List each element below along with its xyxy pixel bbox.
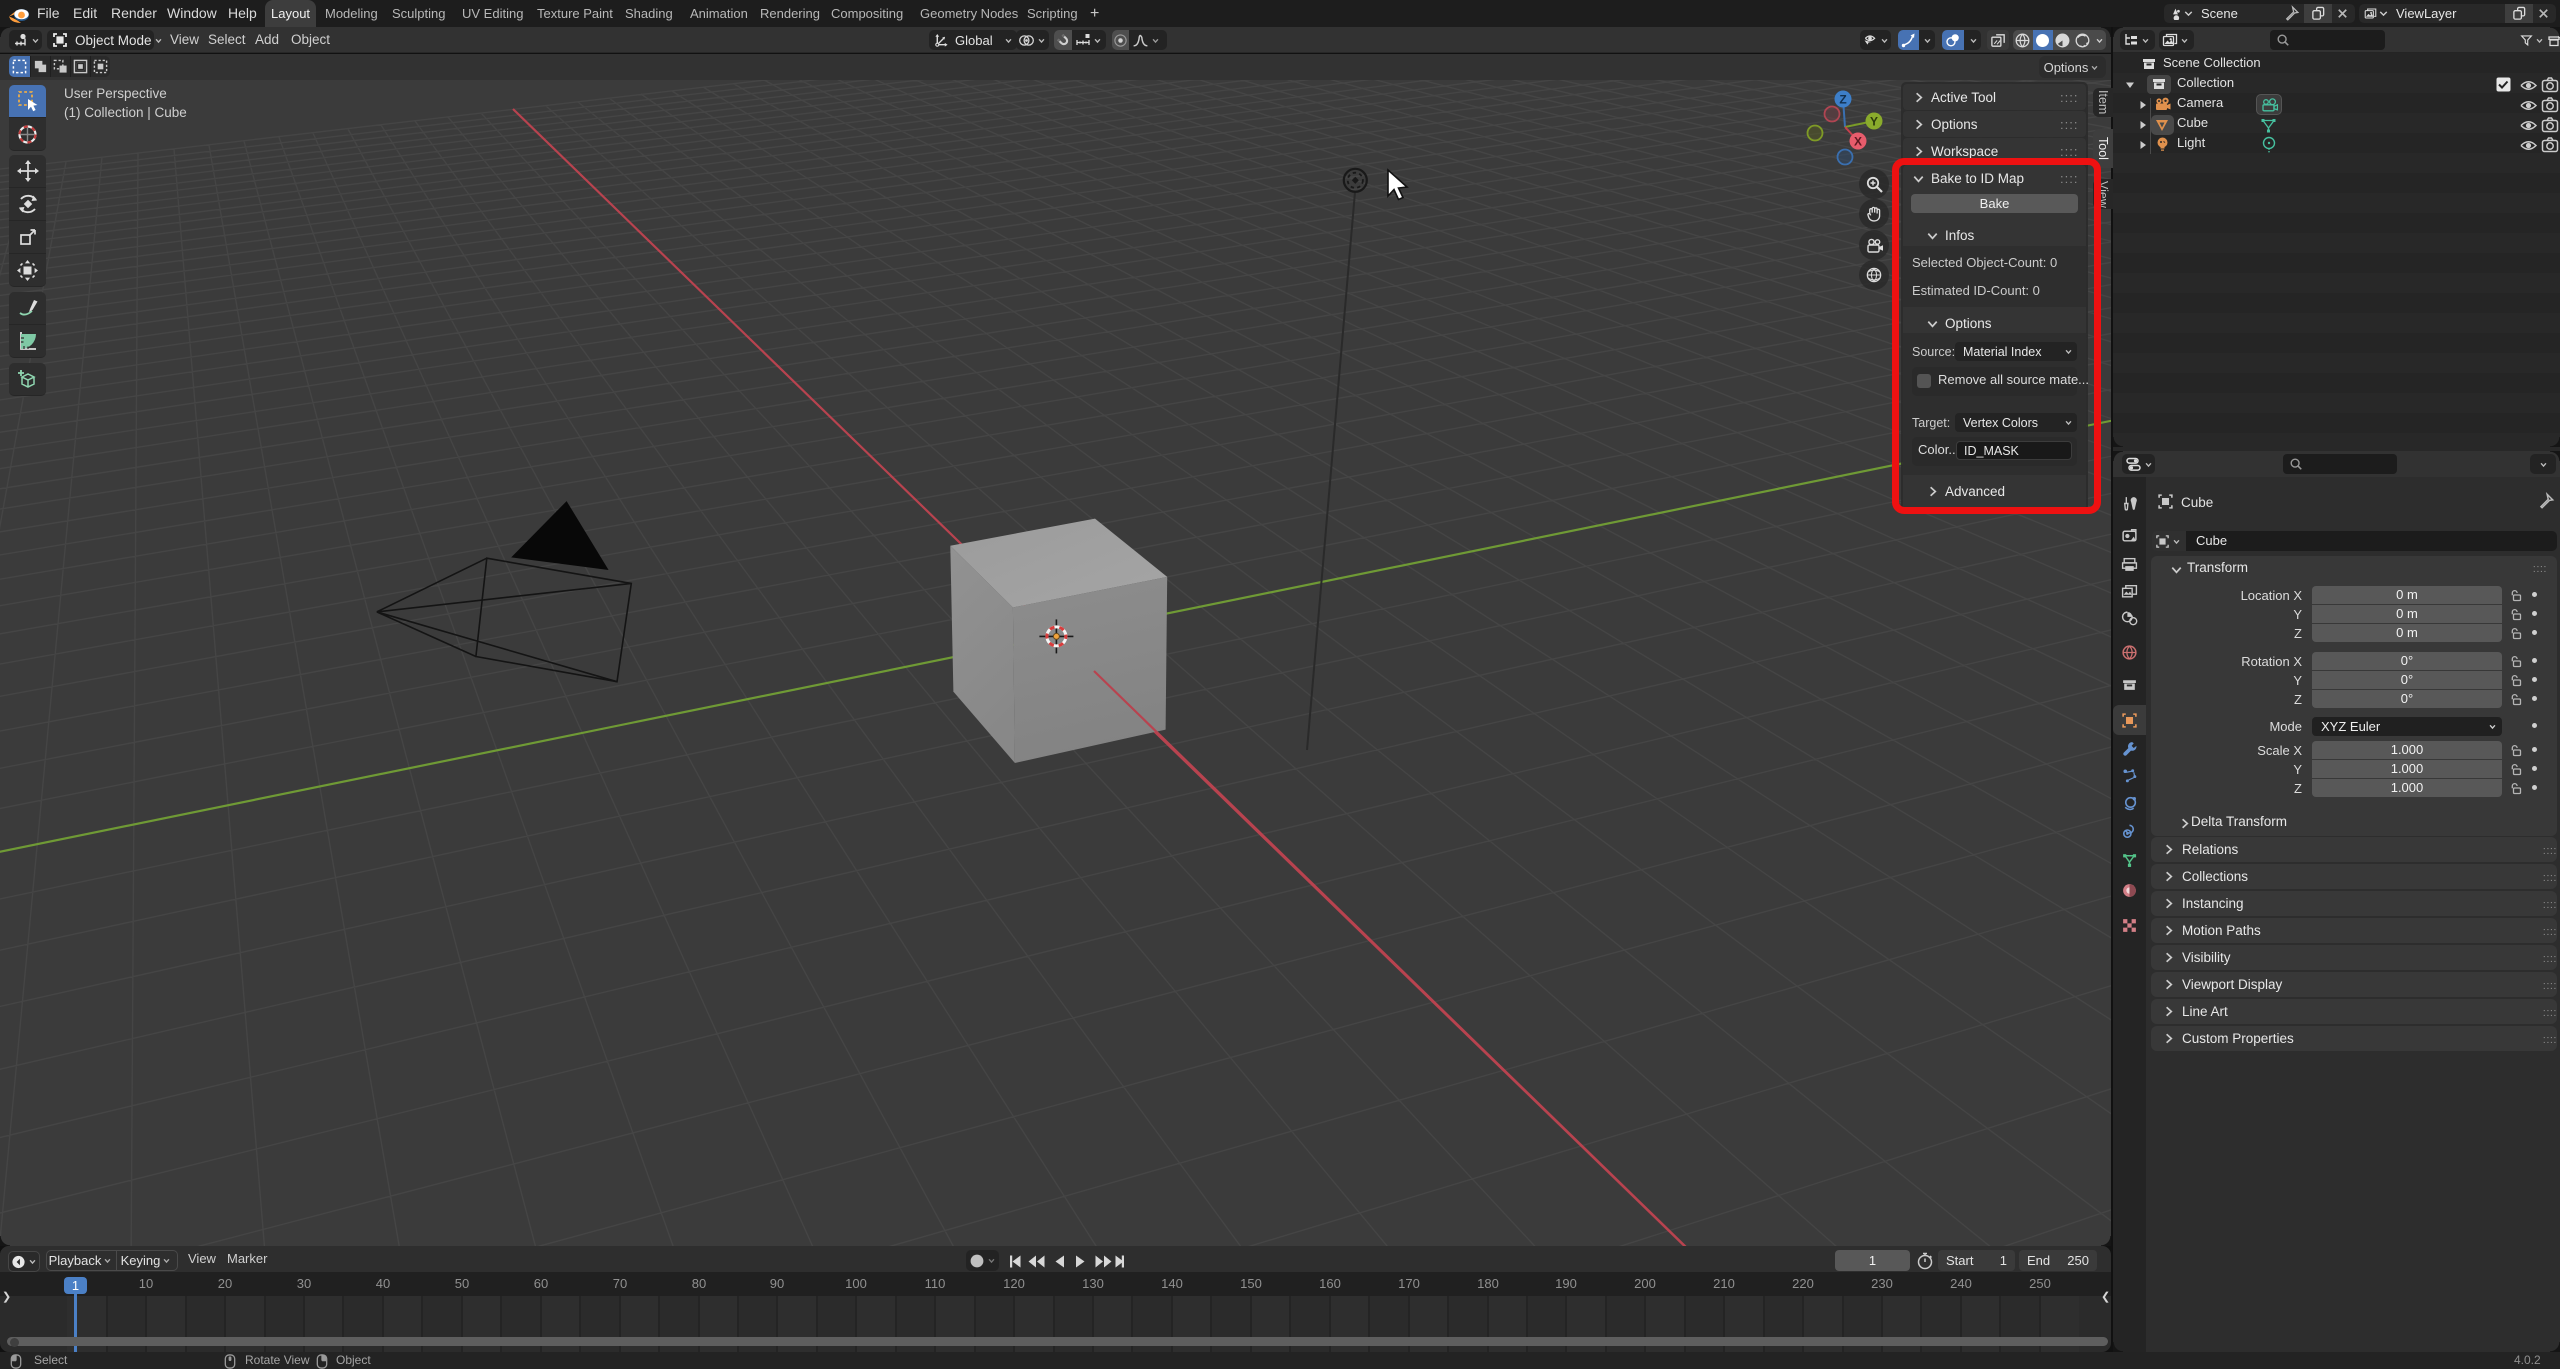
svg-text:Y: Y	[1870, 115, 1878, 129]
svg-text:Z: Z	[1839, 93, 1846, 107]
svg-text:X: X	[1854, 135, 1862, 149]
